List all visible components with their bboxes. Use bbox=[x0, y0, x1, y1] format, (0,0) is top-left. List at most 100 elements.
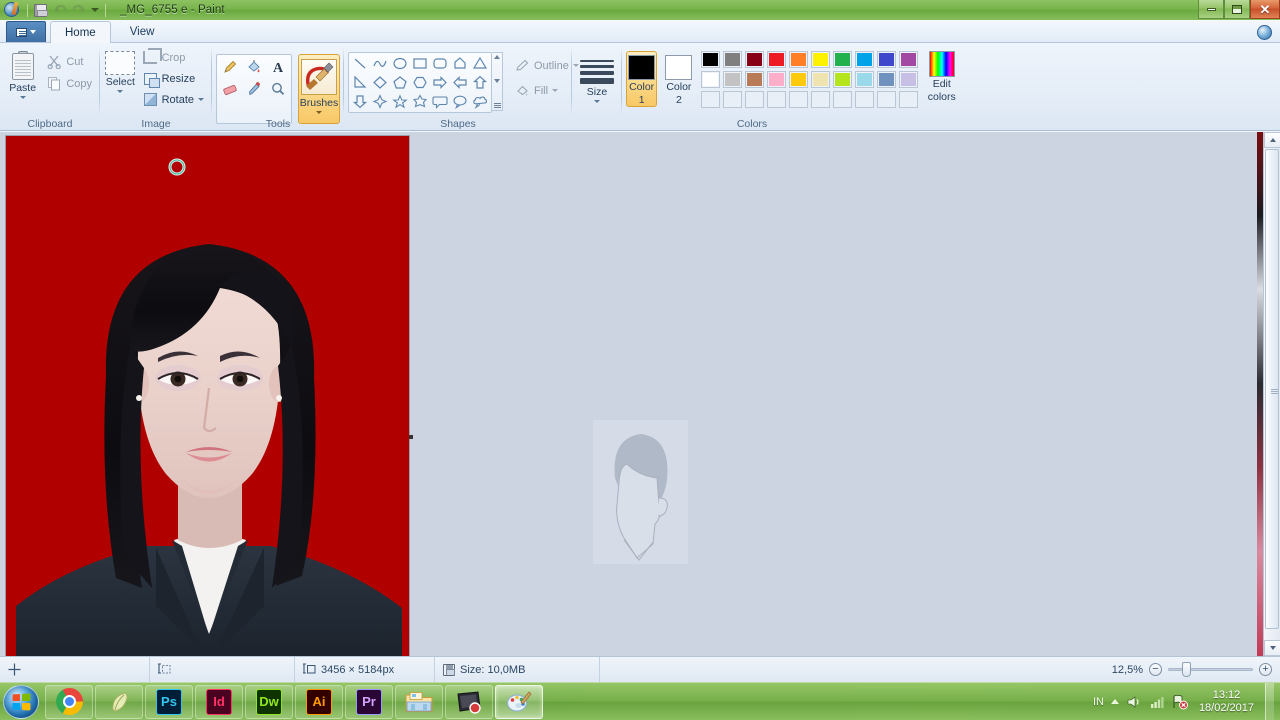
color-palette[interactable] bbox=[700, 51, 920, 110]
palette-swatch[interactable] bbox=[810, 71, 830, 88]
shape-rectangle[interactable] bbox=[410, 54, 430, 73]
shape-left-arrow[interactable] bbox=[450, 73, 470, 92]
undo-icon[interactable] bbox=[51, 2, 68, 18]
palette-swatch[interactable] bbox=[766, 71, 786, 88]
color-1-button[interactable]: Color 1 bbox=[626, 51, 658, 107]
close-button[interactable]: ✕ bbox=[1250, 0, 1280, 19]
edit-colors-button[interactable]: Edit colors bbox=[926, 51, 959, 103]
resize-button[interactable]: Resize bbox=[139, 69, 208, 88]
shape-cloud-callout[interactable] bbox=[470, 92, 490, 111]
shape-five-point-star[interactable] bbox=[390, 92, 410, 111]
save-icon[interactable] bbox=[32, 2, 49, 18]
show-desktop-button[interactable] bbox=[1265, 682, 1274, 720]
shape-hexagon[interactable] bbox=[410, 73, 430, 92]
shape-rounded-callout[interactable] bbox=[430, 92, 450, 111]
eraser-icon[interactable] bbox=[218, 78, 242, 100]
taskbar-item-paint[interactable] bbox=[495, 684, 543, 719]
palette-swatch[interactable] bbox=[722, 51, 742, 68]
size-button[interactable]: Size bbox=[576, 54, 618, 104]
palette-swatch[interactable] bbox=[898, 51, 918, 68]
network-icon[interactable] bbox=[1149, 694, 1165, 710]
palette-swatch[interactable] bbox=[766, 51, 786, 68]
scrollbar-thumb[interactable] bbox=[1265, 149, 1279, 629]
select-button[interactable]: Select bbox=[104, 46, 137, 109]
shape-triangle[interactable] bbox=[470, 54, 490, 73]
shape-polygon[interactable] bbox=[450, 54, 470, 73]
palette-swatch[interactable] bbox=[788, 91, 808, 108]
palette-swatch[interactable] bbox=[876, 71, 896, 88]
volume-icon[interactable] bbox=[1126, 694, 1142, 710]
palette-swatch[interactable] bbox=[700, 91, 720, 108]
shape-four-point-star[interactable] bbox=[370, 92, 390, 111]
scroll-up-button[interactable] bbox=[1264, 132, 1280, 148]
zoom-controls[interactable]: 12,5% − + bbox=[1105, 662, 1280, 677]
palette-swatch[interactable] bbox=[788, 71, 808, 88]
scroll-up-icon[interactable] bbox=[494, 55, 500, 59]
palette-swatch[interactable] bbox=[810, 91, 830, 108]
taskbar-item-photoshop[interactable]: Ps bbox=[145, 684, 193, 719]
help-icon[interactable] bbox=[1257, 25, 1272, 40]
customize-qat-icon[interactable] bbox=[89, 3, 101, 17]
palette-swatch[interactable] bbox=[744, 71, 764, 88]
palette-swatch[interactable] bbox=[766, 91, 786, 108]
taskbar-item-dreamweaver[interactable]: Dw bbox=[245, 684, 293, 719]
palette-swatch[interactable] bbox=[832, 71, 852, 88]
zoom-slider[interactable] bbox=[1168, 662, 1253, 677]
palette-swatch[interactable] bbox=[876, 51, 896, 68]
shapes-scrollbar[interactable] bbox=[492, 52, 503, 111]
shape-line[interactable] bbox=[350, 54, 370, 73]
shapes-expand-icon[interactable] bbox=[493, 103, 501, 108]
minimize-button[interactable] bbox=[1198, 0, 1224, 19]
canvas-area[interactable] bbox=[0, 132, 1280, 656]
scroll-down-icon[interactable] bbox=[494, 79, 500, 83]
redo-icon[interactable] bbox=[70, 2, 87, 18]
palette-swatch[interactable] bbox=[722, 71, 742, 88]
palette-swatch[interactable] bbox=[700, 71, 720, 88]
paste-button[interactable]: Paste bbox=[4, 46, 41, 100]
zoom-slider-thumb[interactable] bbox=[1182, 662, 1191, 677]
shape-rounded-rectangle[interactable] bbox=[430, 54, 450, 73]
image-canvas[interactable] bbox=[5, 135, 410, 656]
magnifier-icon[interactable] bbox=[266, 78, 290, 100]
tab-view[interactable]: View bbox=[115, 20, 170, 42]
palette-swatch[interactable] bbox=[722, 91, 742, 108]
tab-home[interactable]: Home bbox=[50, 21, 111, 43]
shape-down-arrow[interactable] bbox=[350, 92, 370, 111]
palette-swatch[interactable] bbox=[854, 91, 874, 108]
taskbar-item-media-app[interactable] bbox=[445, 684, 493, 719]
palette-swatch[interactable] bbox=[832, 91, 852, 108]
palette-swatch[interactable] bbox=[898, 71, 918, 88]
palette-swatch[interactable] bbox=[876, 91, 896, 108]
language-indicator[interactable]: IN bbox=[1093, 696, 1104, 708]
palette-swatch[interactable] bbox=[744, 51, 764, 68]
shape-right-triangle[interactable] bbox=[350, 73, 370, 92]
fill-with-color-icon[interactable] bbox=[242, 56, 266, 78]
taskbar-item-app-feather[interactable] bbox=[95, 684, 143, 719]
paint-app-icon[interactable] bbox=[4, 2, 21, 18]
clock[interactable]: 13:12 18/02/2017 bbox=[1195, 689, 1258, 715]
shape-six-point-star[interactable] bbox=[410, 92, 430, 111]
shape-curve[interactable] bbox=[370, 54, 390, 73]
zoom-out-button[interactable]: − bbox=[1149, 663, 1162, 676]
shapes-gallery[interactable] bbox=[348, 52, 492, 113]
palette-swatch[interactable] bbox=[854, 71, 874, 88]
action-center-icon[interactable] bbox=[1172, 694, 1188, 710]
palette-swatch[interactable] bbox=[810, 51, 830, 68]
taskbar-item-indesign[interactable]: Id bbox=[195, 684, 243, 719]
taskbar-item-file-explorer[interactable] bbox=[395, 684, 443, 719]
shape-up-arrow[interactable] bbox=[470, 73, 490, 92]
shape-oval-callout[interactable] bbox=[450, 92, 470, 111]
palette-swatch[interactable] bbox=[700, 51, 720, 68]
zoom-in-button[interactable]: + bbox=[1259, 663, 1272, 676]
text-icon[interactable]: A bbox=[266, 56, 290, 78]
palette-swatch[interactable] bbox=[898, 91, 918, 108]
palette-swatch[interactable] bbox=[744, 91, 764, 108]
taskbar-item-illustrator[interactable]: Ai bbox=[295, 684, 343, 719]
pencil-icon[interactable] bbox=[218, 56, 242, 78]
shape-right-arrow[interactable] bbox=[430, 73, 450, 92]
shape-diamond[interactable] bbox=[370, 73, 390, 92]
taskbar-item-chrome[interactable] bbox=[45, 684, 93, 719]
color-2-button[interactable]: Color 2 bbox=[663, 51, 694, 107]
shape-oval[interactable] bbox=[390, 54, 410, 73]
color-picker-icon[interactable] bbox=[242, 78, 266, 100]
